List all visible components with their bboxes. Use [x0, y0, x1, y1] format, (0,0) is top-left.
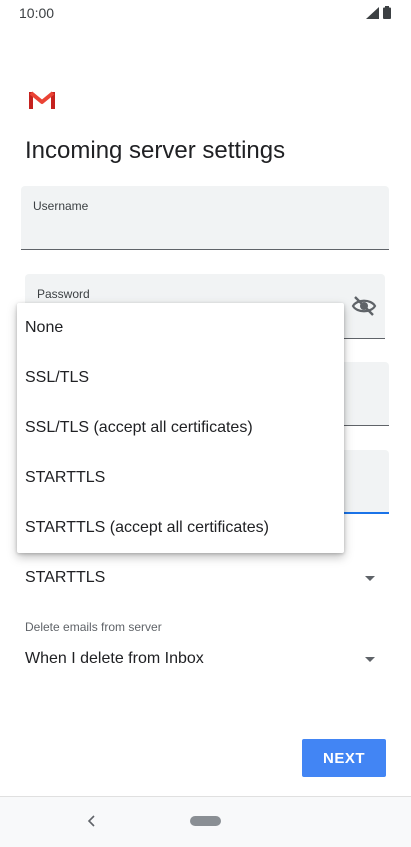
back-icon[interactable] [86, 813, 98, 829]
delete-emails-select[interactable]: When I delete from Inbox [25, 650, 385, 674]
dropdown-arrow-icon [365, 576, 375, 581]
menu-item-none[interactable]: None [17, 303, 344, 353]
delete-emails-value: When I delete from Inbox [25, 650, 204, 667]
menu-item-ssl-tls[interactable]: SSL/TLS [17, 353, 344, 403]
next-button[interactable]: NEXT [302, 739, 386, 777]
dropdown-arrow-icon [365, 657, 375, 662]
battery-icon [383, 6, 391, 19]
navigation-bar [0, 796, 411, 847]
status-bar: 10:00 [0, 0, 411, 26]
page-title: Incoming server settings [25, 137, 286, 164]
password-label: Password [37, 287, 90, 301]
menu-item-starttls[interactable]: STARTTLS [17, 453, 344, 503]
security-type-value: STARTTLS [25, 569, 106, 586]
status-time: 10:00 [19, 5, 55, 21]
status-icons [366, 6, 391, 19]
gmail-logo-icon [29, 91, 55, 109]
security-type-menu: None SSL/TLS SSL/TLS (accept all certifi… [17, 303, 344, 553]
username-field[interactable]: Username [21, 186, 389, 250]
menu-item-ssl-tls-accept-all[interactable]: SSL/TLS (accept all certificates) [17, 403, 344, 453]
home-pill-icon[interactable] [190, 816, 221, 826]
security-type-select[interactable]: STARTTLS [25, 569, 385, 593]
signal-icon [366, 6, 379, 19]
menu-item-starttls-accept-all[interactable]: STARTTLS (accept all certificates) [17, 503, 344, 553]
visibility-off-icon[interactable] [351, 294, 377, 318]
username-label: Username [33, 199, 89, 213]
delete-emails-label: Delete emails from server [25, 620, 162, 634]
